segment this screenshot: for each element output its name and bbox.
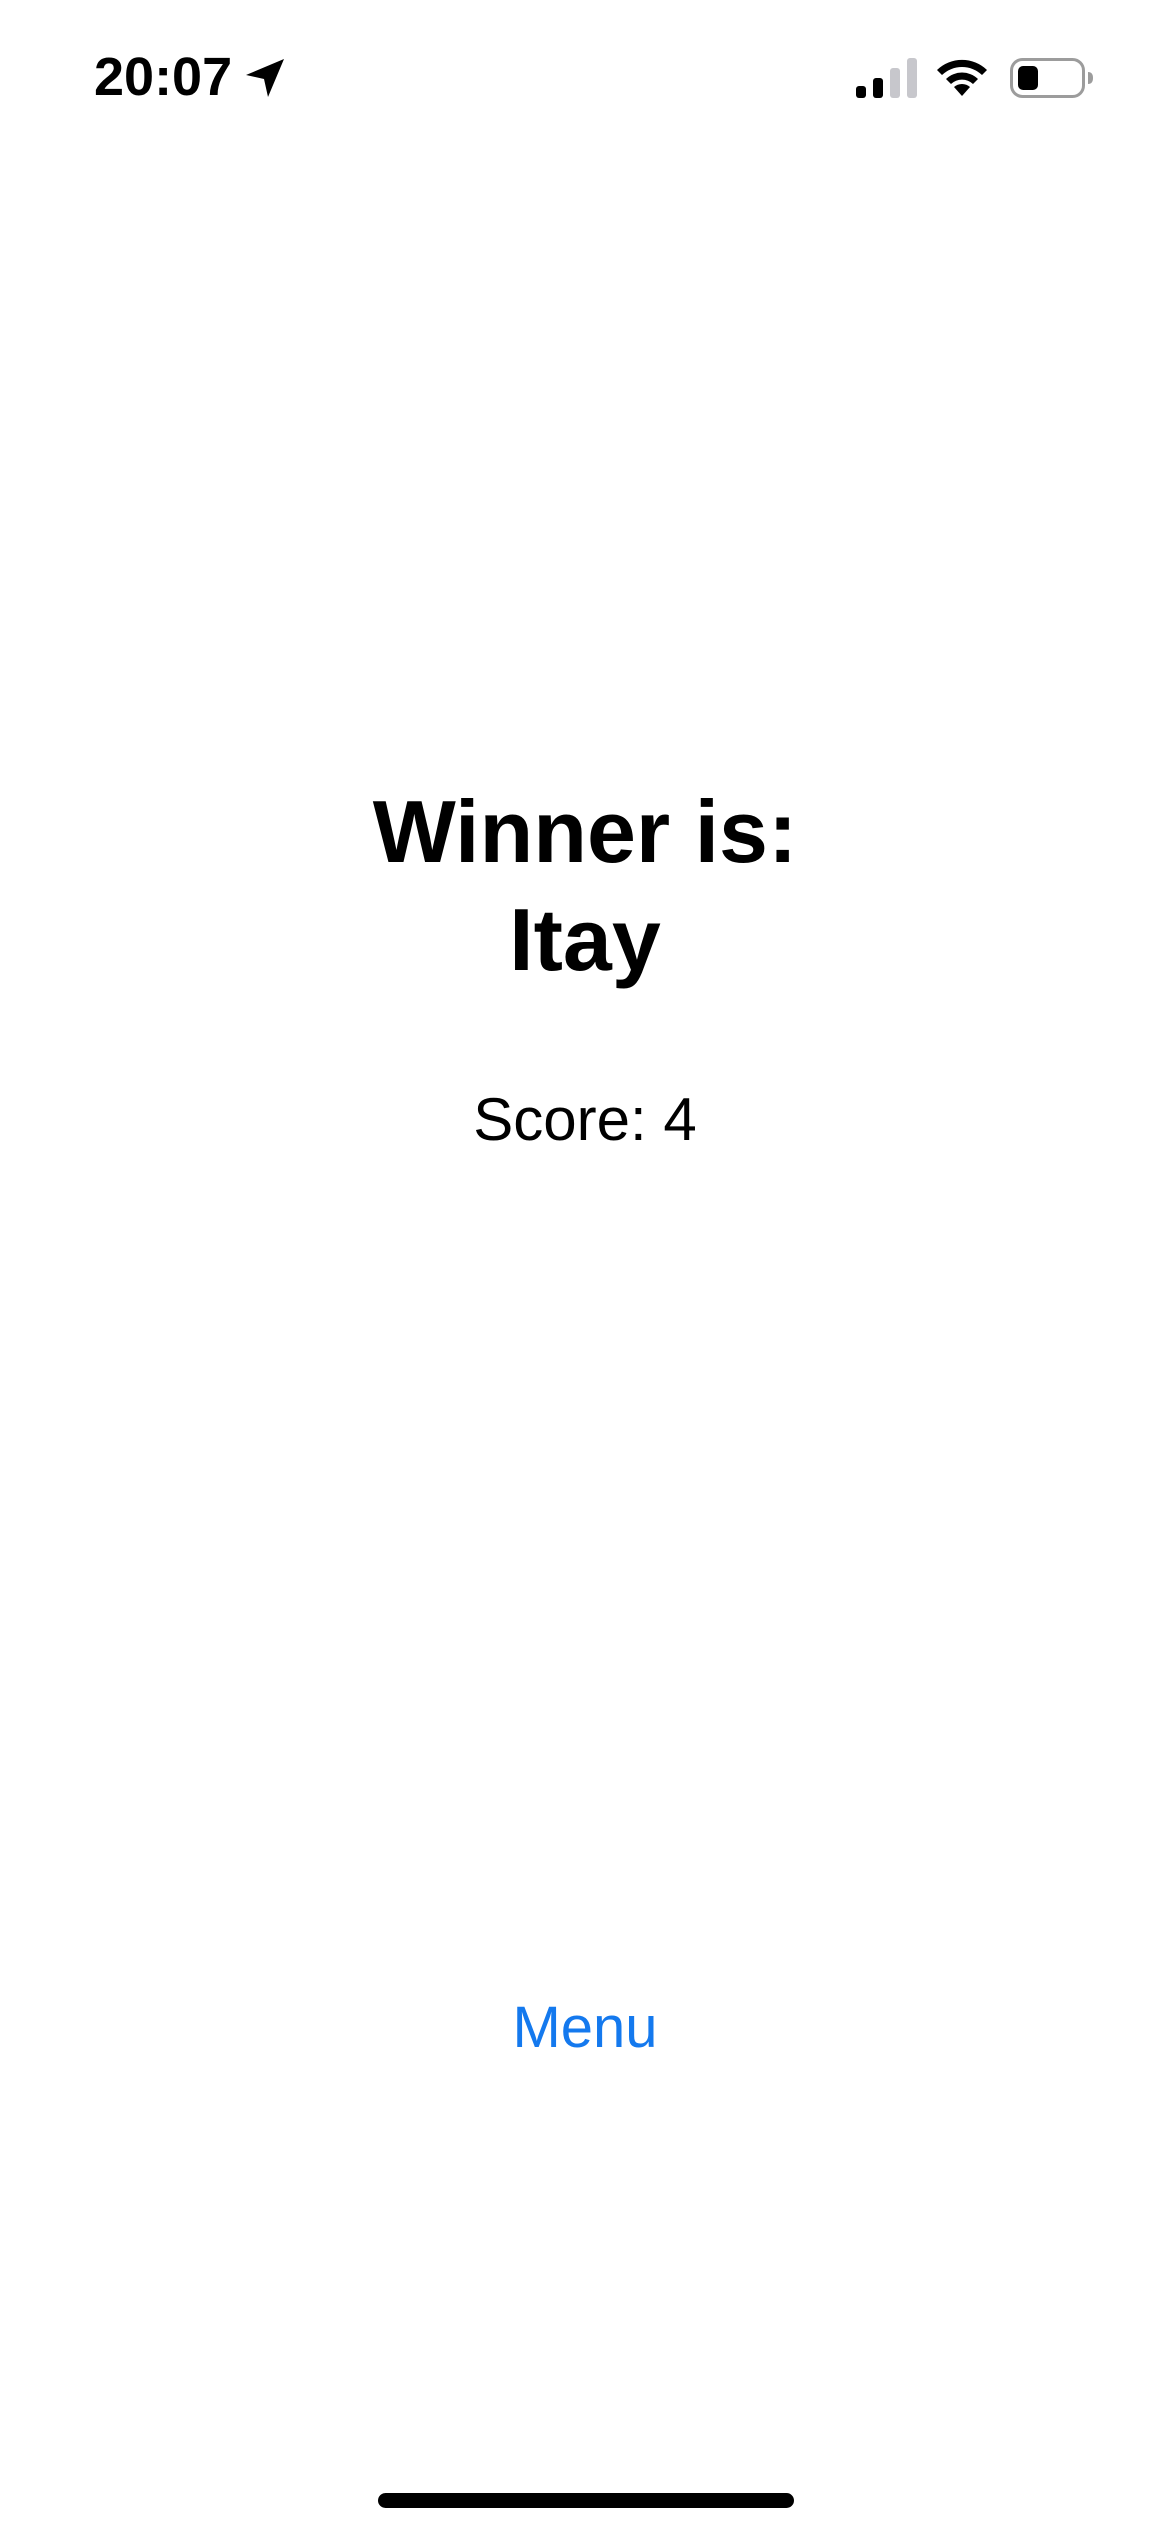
status-bar: 20:07	[0, 0, 1170, 150]
home-indicator[interactable]	[378, 2493, 794, 2508]
winner-name: Itay	[509, 890, 661, 989]
cellular-signal-icon	[856, 58, 917, 98]
battery-icon	[1010, 58, 1093, 98]
location-arrow-icon	[246, 59, 284, 97]
winner-label: Winner is:	[372, 782, 798, 881]
score-text: Score: 4	[473, 1086, 697, 1153]
status-time: 20:07	[94, 47, 233, 107]
menu-button[interactable]: Menu	[485, 1988, 685, 2068]
winner-heading: Winner is: Itay	[0, 778, 1170, 994]
wifi-icon	[937, 59, 987, 96]
